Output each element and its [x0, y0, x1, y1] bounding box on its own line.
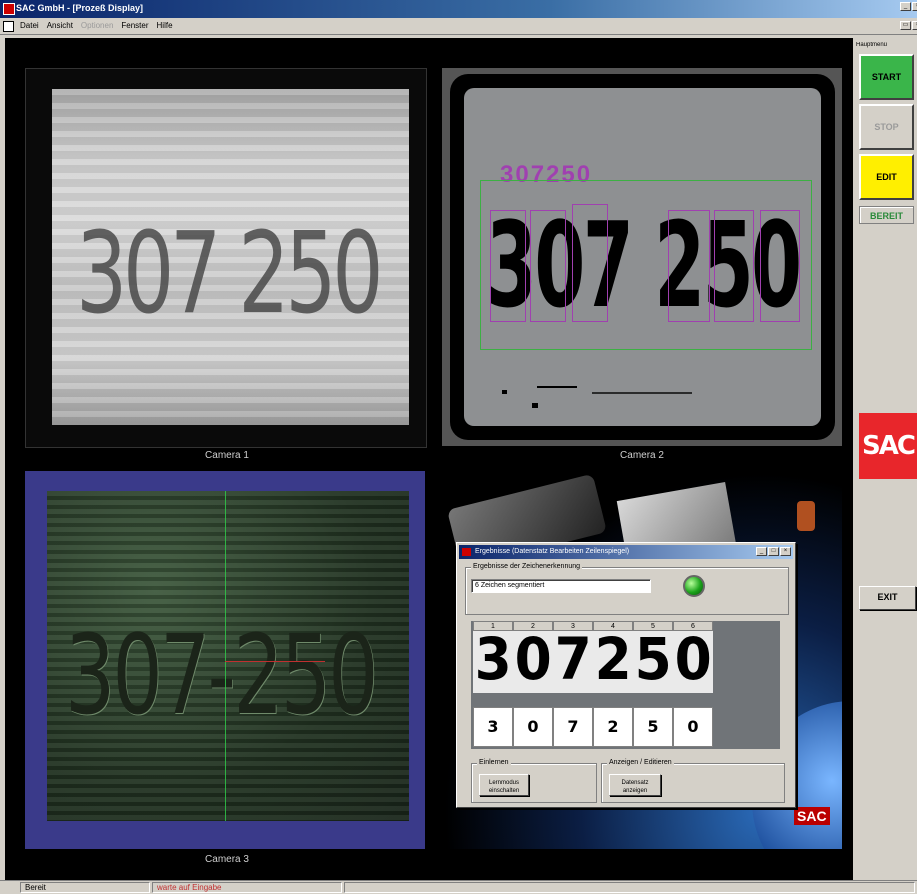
child-close-icon[interactable]: × — [912, 21, 917, 30]
close-icon[interactable]: × — [912, 2, 917, 11]
char-box — [714, 210, 754, 322]
ocr-segment-image: 0 — [513, 631, 553, 693]
coil-graphic — [797, 501, 815, 531]
teach-group-label: Einlernen — [477, 759, 511, 766]
ocr-segment-image: 0 — [673, 631, 713, 693]
title-bar: SAC GmbH - [Prozeß Display] _ × — [0, 0, 917, 18]
ocr-column: 4 2 2 — [593, 621, 633, 749]
dialog-app-icon — [462, 548, 471, 556]
camera-2-view[interactable]: 307250 307 250 — [442, 68, 842, 446]
dialog-close-icon[interactable]: × — [780, 547, 791, 556]
menu-fenster[interactable]: Fenster — [121, 21, 148, 30]
noise-dot — [537, 386, 577, 388]
recognition-group-label: Ergebnisse der Zeichenerkennung — [471, 563, 583, 570]
menu-hilfe[interactable]: Hilfe — [157, 21, 173, 30]
camera-1-view[interactable]: 307 250 — [25, 68, 427, 448]
main-menu-panel: Hauptmenü START STOP EDIT BEREIT SAC EXI… — [856, 38, 917, 880]
char-box — [760, 210, 800, 322]
minimize-icon[interactable]: _ — [900, 2, 911, 11]
edit-button[interactable]: EDIT — [859, 154, 914, 200]
menu-bar: Datei Ansicht Optionen Fenster Hilfe ▭ × — [0, 18, 917, 35]
ocr-result-table: 1 3 3 2 0 0 3 7 7 4 2 2 5 5 5 6 0 0 — [471, 621, 780, 749]
camera-2-caption: Camera 2 — [620, 450, 664, 461]
crosshair-horizontal — [225, 661, 325, 662]
main-menu-header: Hauptmenü — [856, 42, 888, 48]
stop-button[interactable]: STOP — [859, 104, 914, 150]
ocr-segment-image: 7 — [553, 631, 593, 693]
ocr-column: 1 3 3 — [473, 621, 513, 749]
status-bar-empty — [344, 882, 915, 893]
ocr-column-header: 4 — [593, 621, 633, 631]
ocr-segment: 2 — [594, 631, 632, 693]
camera-1-caption: Camera 1 — [205, 450, 249, 461]
char-box — [668, 210, 710, 322]
display-group-label: Anzeigen / Editieren — [607, 759, 674, 766]
menu-ansicht[interactable]: Ansicht — [47, 21, 73, 30]
sac-logo: SAC — [859, 413, 917, 479]
ocr-segment-image: 3 — [473, 631, 513, 693]
exit-button[interactable]: EXIT — [859, 586, 916, 610]
ocr-segment: 3 — [474, 631, 512, 693]
show-record-button[interactable]: Datensatz anzeigen — [609, 774, 661, 796]
dialog-title-bar[interactable]: Ergebnisse (Datenstatz Bearbeiten Zeilen… — [459, 545, 793, 559]
results-dialog: Ergebnisse (Datenstatz Bearbeiten Zeilen… — [456, 542, 796, 808]
status-field[interactable]: 6 Zeichen segmentiert — [471, 579, 651, 593]
dialog-window-controls: _ □ × — [756, 547, 791, 556]
ocr-column: 6 0 0 — [673, 621, 713, 749]
ocr-value: 0 — [673, 707, 713, 747]
teach-mode-button[interactable]: Lernmodus einschalten — [479, 774, 529, 796]
window-controls: _ × — [900, 2, 917, 11]
dialog-maximize-icon[interactable]: □ — [768, 547, 779, 556]
ocr-segment-image: 2 — [593, 631, 633, 693]
menu-datei[interactable]: Datei — [20, 21, 39, 30]
camera-3-caption: Camera 3 — [205, 854, 249, 865]
dialog-minimize-icon[interactable]: _ — [756, 547, 767, 556]
ocr-segment: 7 — [554, 631, 592, 693]
status-bar-state: Bereit — [20, 882, 150, 893]
char-box — [490, 210, 526, 322]
app-icon — [3, 3, 15, 15]
ocr-value: 2 — [593, 707, 633, 747]
status-bar: Bereit warte auf Eingabe — [0, 880, 917, 894]
menu-items: Datei Ansicht Optionen Fenster Hilfe — [20, 21, 173, 30]
noise-dot — [502, 390, 507, 394]
camera-1-number: 307 250 — [76, 209, 384, 339]
noise-dot — [532, 403, 538, 408]
ocr-column: 2 0 0 — [513, 621, 553, 749]
document-icon[interactable] — [3, 21, 14, 32]
ocr-column-header: 3 — [553, 621, 593, 631]
status-indicator: BEREIT — [859, 206, 914, 224]
ocr-value: 7 — [553, 707, 593, 747]
ocr-column-header: 6 — [673, 621, 713, 631]
ocr-column-header: 5 — [633, 621, 673, 631]
restore-icon[interactable]: ▭ — [900, 21, 911, 30]
camera-3-view[interactable]: 307-250 — [25, 471, 425, 849]
char-box — [530, 210, 566, 322]
ocr-segment: 0 — [674, 631, 712, 693]
ocr-value: 5 — [633, 707, 673, 747]
start-button[interactable]: START — [859, 54, 914, 100]
ocr-column-header: 2 — [513, 621, 553, 631]
char-box — [572, 204, 608, 322]
sac-small-logo: SAC — [794, 807, 830, 825]
status-bar-message: warte auf Eingabe — [152, 882, 342, 893]
ocr-column: 5 5 5 — [633, 621, 673, 749]
ocr-segment: 5 — [634, 631, 672, 693]
ocr-value: 3 — [473, 707, 513, 747]
dialog-title: Ergebnisse (Datenstatz Bearbeiten Zeilen… — [475, 548, 630, 555]
ocr-column-header: 1 — [473, 621, 513, 631]
ocr-segment: 0 — [514, 631, 552, 693]
menu-optionen[interactable]: Optionen — [81, 21, 113, 30]
child-window-controls: ▭ × — [900, 21, 917, 30]
window-title: SAC GmbH - [Prozeß Display] — [16, 3, 144, 13]
camera-3-number: 307-250 — [65, 611, 379, 739]
ocr-column: 3 7 7 — [553, 621, 593, 749]
ocr-value: 0 — [513, 707, 553, 747]
status-led-icon — [683, 575, 705, 597]
ocr-segment-image: 5 — [633, 631, 673, 693]
noise-dot — [592, 392, 692, 394]
crosshair-vertical — [225, 491, 226, 821]
